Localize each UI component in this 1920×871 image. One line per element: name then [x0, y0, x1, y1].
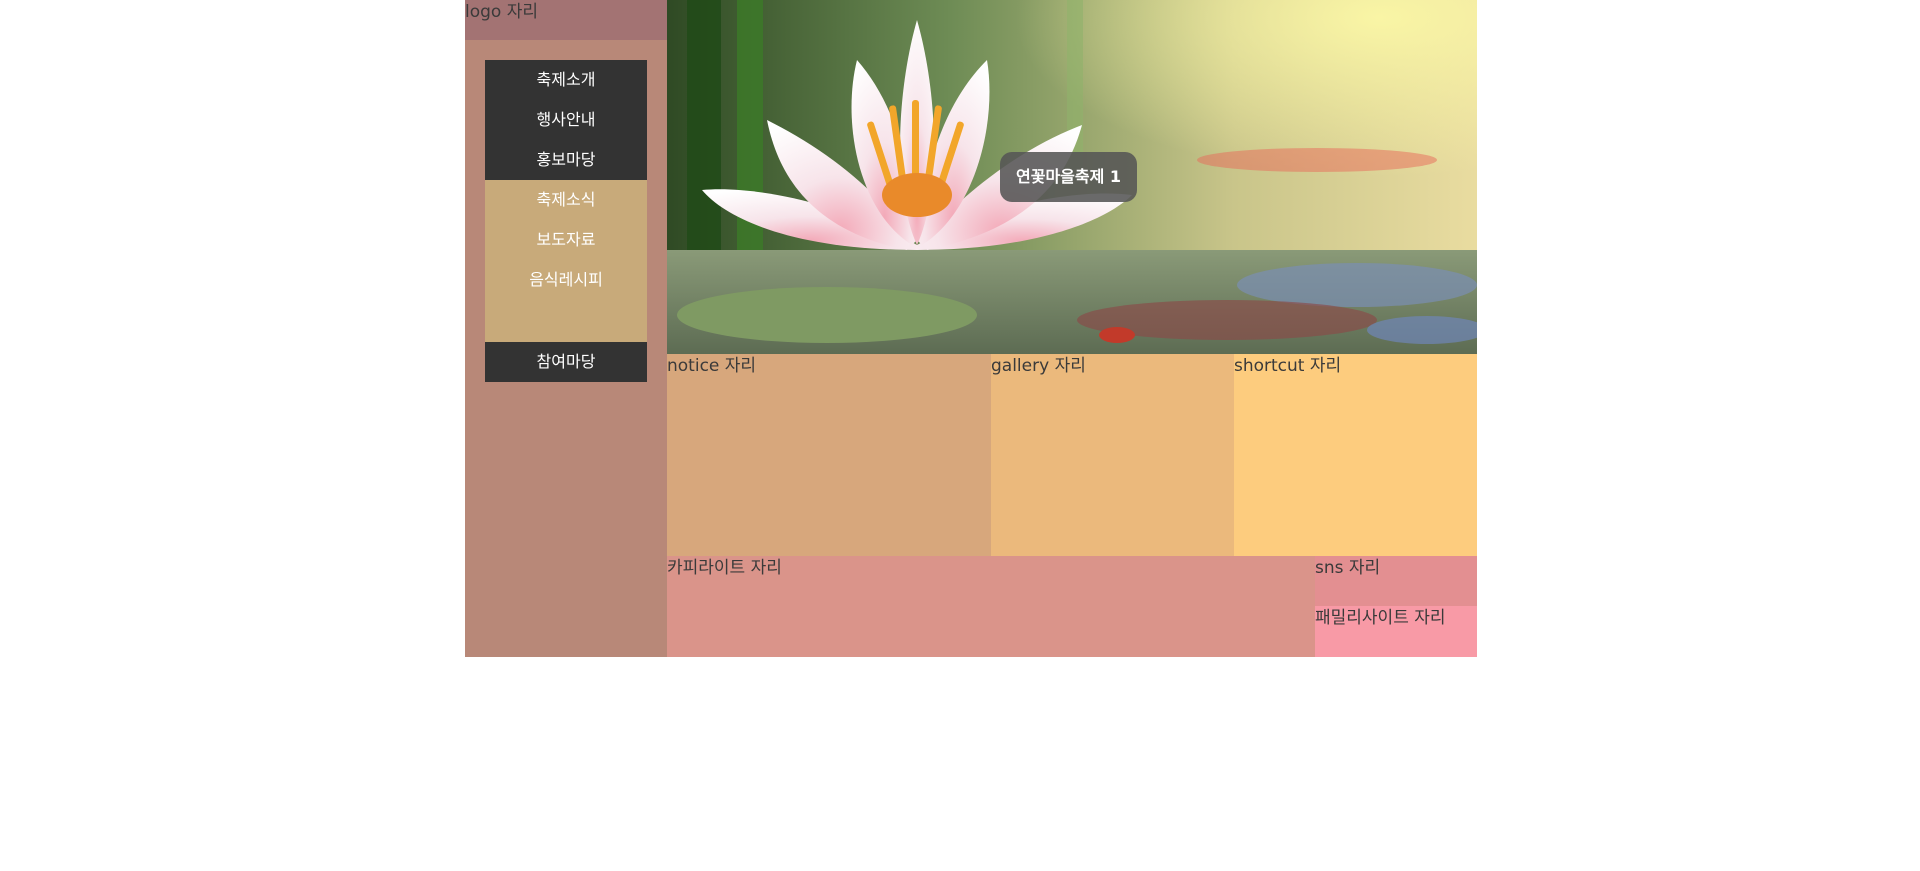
page-wrapper: logo 자리 축제소개 행사안내 홍보마당 축제소식 보도자료 음식레시피 참…: [465, 0, 1477, 657]
submenu-item-press-release[interactable]: 보도자료: [485, 220, 647, 260]
nav-item-festival-intro[interactable]: 축제소개: [485, 60, 647, 100]
nav-item-event-guide[interactable]: 행사안내: [485, 100, 647, 140]
sns-section: sns 자리: [1315, 556, 1477, 606]
nav-item-participation[interactable]: 참여마당: [485, 342, 647, 382]
gallery-section: gallery 자리: [991, 354, 1234, 556]
main-nav: 축제소개 행사안내 홍보마당 축제소식 보도자료 음식레시피 참여마당: [485, 60, 647, 382]
sidebar: logo 자리 축제소개 행사안내 홍보마당 축제소식 보도자료 음식레시피 참…: [465, 0, 667, 657]
nav-submenu: 축제소식 보도자료 음식레시피: [485, 180, 647, 342]
slide-caption: 연꽃마을축제 1: [1000, 152, 1138, 202]
notice-section: notice 자리: [667, 354, 991, 556]
hero-slider[interactable]: 연꽃마을축제 1: [667, 0, 1477, 354]
shortcut-section: shortcut 자리: [1234, 354, 1477, 556]
submenu-item-food-recipe[interactable]: 음식레시피: [485, 260, 647, 300]
family-site-section[interactable]: 패밀리사이트 자리: [1315, 606, 1477, 657]
submenu-item-festival-news[interactable]: 축제소식: [485, 180, 647, 220]
nav-item-promotion[interactable]: 홍보마당: [485, 140, 647, 180]
logo[interactable]: logo 자리: [465, 0, 667, 40]
copyright-section: 카피라이트 자리: [667, 556, 1315, 657]
